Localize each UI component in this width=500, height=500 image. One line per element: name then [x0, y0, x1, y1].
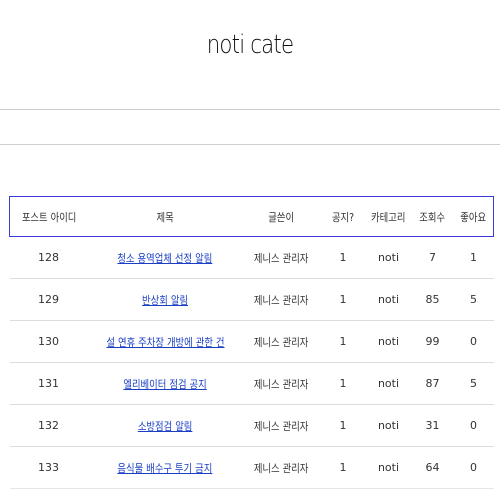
cell-category: noti	[365, 446, 412, 489]
cell-notice: 1	[320, 278, 366, 321]
header-author: 글쓴이	[242, 196, 321, 237]
cell-post-id: 131	[9, 362, 88, 405]
post-title-link[interactable]: 청소 용역업체 선정 알림	[118, 250, 213, 266]
cell-author: 제니스 관리자	[242, 404, 321, 447]
cell-notice: 1	[320, 236, 366, 279]
table-row: 131 엘리베이터 점검 공지 제니스 관리자 1 noti 87 5	[9, 362, 494, 405]
cell-title: 엘리베이터 점검 공지	[87, 362, 243, 405]
table-row: 132 소방점검 알림 제니스 관리자 1 noti 31 0	[9, 404, 494, 447]
cell-likes: 1	[453, 236, 494, 279]
posts-table-container: 포스트 아이디 제목 글쓴이 공지? 카테고리 조회수 좋아요 128 청소 용…	[9, 196, 494, 489]
cell-likes: 0	[453, 404, 494, 447]
cell-views: 87	[411, 362, 454, 405]
cell-title: 설 연휴 주차장 개방에 관한 건	[87, 320, 243, 363]
header-title: 제목	[87, 196, 243, 237]
header-category: 카테고리	[365, 196, 412, 237]
cell-category: noti	[365, 362, 412, 405]
header-likes: 좋아요	[453, 196, 494, 237]
post-title-link[interactable]: 음식물 배수구 투기 금지	[118, 460, 213, 476]
table-row: 130 설 연휴 주차장 개방에 관한 건 제니스 관리자 1 noti 99 …	[9, 320, 494, 363]
table-row: 128 청소 용역업체 선정 알림 제니스 관리자 1 noti 7 1	[9, 236, 494, 279]
divider	[0, 144, 500, 145]
cell-views: 99	[411, 320, 454, 363]
table-row: 133 음식물 배수구 투기 금지 제니스 관리자 1 noti 64 0	[9, 446, 494, 489]
cell-category: noti	[365, 278, 412, 321]
cell-likes: 0	[453, 320, 494, 363]
cell-views: 85	[411, 278, 454, 321]
cell-views: 64	[411, 446, 454, 489]
cell-author: 제니스 관리자	[242, 278, 321, 321]
cell-post-id: 128	[9, 236, 88, 279]
cell-author: 제니스 관리자	[242, 320, 321, 363]
cell-post-id: 132	[9, 404, 88, 447]
cell-likes: 5	[453, 278, 494, 321]
cell-post-id: 129	[9, 278, 88, 321]
cell-title: 반상회 알림	[87, 278, 243, 321]
cell-post-id: 130	[9, 320, 88, 363]
cell-category: noti	[365, 404, 412, 447]
cell-category: noti	[365, 320, 412, 363]
cell-author: 제니스 관리자	[242, 362, 321, 405]
cell-author: 제니스 관리자	[242, 446, 321, 489]
cell-category: noti	[365, 236, 412, 279]
table-row: 129 반상회 알림 제니스 관리자 1 noti 85 5	[9, 278, 494, 321]
post-title-link[interactable]: 반상회 알림	[142, 292, 188, 308]
header-notice: 공지?	[320, 196, 366, 237]
post-title-link[interactable]: 엘리베이터 점검 공지	[123, 376, 206, 392]
cell-notice: 1	[320, 446, 366, 489]
cell-likes: 0	[453, 446, 494, 489]
post-title-link[interactable]: 소방점검 알림	[138, 418, 193, 434]
cell-views: 7	[411, 236, 454, 279]
cell-notice: 1	[320, 320, 366, 363]
page-title: noti cate	[206, 30, 294, 60]
divider	[0, 109, 500, 110]
cell-title: 청소 용역업체 선정 알림	[87, 236, 243, 279]
posts-table: 포스트 아이디 제목 글쓴이 공지? 카테고리 조회수 좋아요 128 청소 용…	[9, 196, 494, 489]
cell-title: 음식물 배수구 투기 금지	[87, 446, 243, 489]
cell-notice: 1	[320, 404, 366, 447]
cell-title: 소방점검 알림	[87, 404, 243, 447]
cell-likes: 5	[453, 362, 494, 405]
table-header-row: 포스트 아이디 제목 글쓴이 공지? 카테고리 조회수 좋아요	[9, 196, 494, 237]
cell-views: 31	[411, 404, 454, 447]
cell-author: 제니스 관리자	[242, 236, 321, 279]
post-title-link[interactable]: 설 연휴 주차장 개방에 관한 건	[106, 334, 224, 350]
cell-notice: 1	[320, 362, 366, 405]
header-post-id: 포스트 아이디	[9, 196, 88, 237]
cell-post-id: 133	[9, 446, 88, 489]
header-views: 조회수	[411, 196, 454, 237]
